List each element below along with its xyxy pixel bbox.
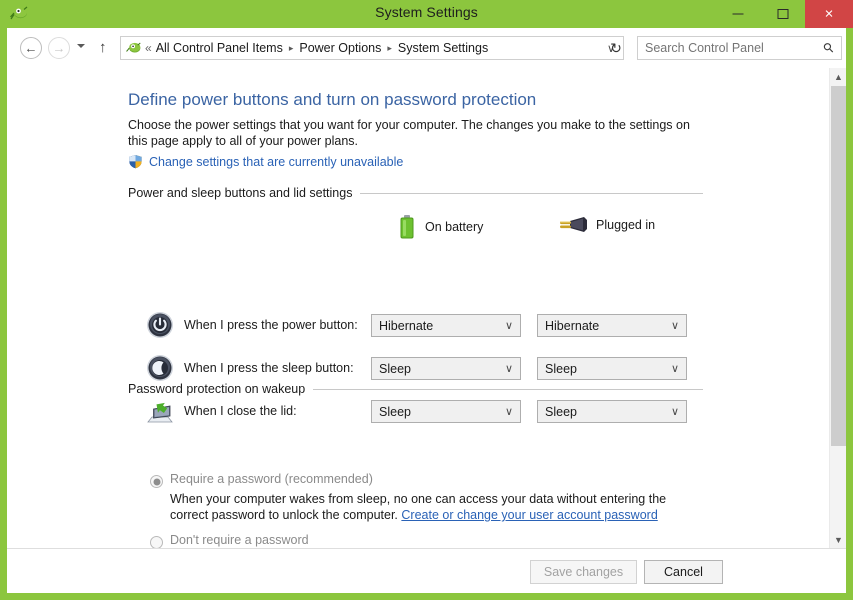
forward-button[interactable]: → (48, 37, 70, 59)
create-change-password-link[interactable]: Create or change your user account passw… (401, 508, 657, 522)
close-lid-on-battery-dropdown[interactable]: Sleep ∨ (371, 400, 521, 423)
power-section-header: Power and sleep buttons and lid settings (128, 186, 703, 200)
close-lid-label: When I close the lid: (184, 404, 297, 418)
close-lid-plugged-in-dropdown[interactable]: Sleep ∨ (537, 400, 687, 423)
chevron-down-icon: ∨ (670, 320, 679, 332)
window-caption-buttons: × (715, 0, 853, 28)
breadcrumb-power-options[interactable]: Power Options (297, 41, 383, 55)
search-box[interactable]: Search Control Panel ⚲ (637, 36, 842, 60)
minimize-icon (732, 13, 743, 15)
power-section-label: Power and sleep buttons and lid settings (128, 186, 353, 200)
footer-bar: Save changes Cancel (7, 548, 846, 593)
change-settings-link[interactable]: Change settings that are currently unava… (149, 155, 403, 169)
breadcrumb-system-settings[interactable]: System Settings (396, 41, 490, 55)
sleep-button-label: When I press the sleep button: (184, 361, 354, 375)
battery-icon (400, 215, 414, 239)
chevron-down-icon: ∨ (504, 363, 513, 375)
dropdown-value: Hibernate (545, 318, 600, 333)
page-description: Choose the power settings that you want … (128, 118, 690, 148)
search-icon[interactable]: ⚲ (820, 39, 838, 57)
password-section-header: Password protection on wakeup (128, 382, 703, 396)
address-bar[interactable]: « All Control Panel Items ▸ Power Option… (120, 36, 624, 60)
settings-page: Define power buttons and turn on passwor… (7, 68, 829, 548)
radio-dont-require-password[interactable] (150, 536, 163, 548)
setting-row-close-lid: When I close the lid: Sleep ∨ Sleep ∨ (7, 397, 829, 427)
column-header-on-battery: On battery (397, 214, 483, 240)
forward-arrow-icon: → (52, 40, 66, 56)
laptop-lid-icon (147, 402, 173, 423)
plugged-in-label: Plugged in (596, 218, 656, 232)
power-button-plugged-in-dropdown[interactable]: Hibernate ∨ (537, 314, 687, 337)
power-button-icon (147, 312, 173, 338)
column-header-plugged-in: Plugged in (558, 214, 655, 236)
power-button-label: When I press the power button: (184, 318, 358, 332)
search-input[interactable]: Search Control Panel (645, 41, 764, 55)
title-bar: System Settings × (0, 0, 853, 28)
dropdown-value: Sleep (379, 404, 411, 419)
chevron-down-icon: ∨ (504, 406, 513, 418)
setting-row-power-button: When I press the power button: Hibernate… (7, 311, 829, 341)
section-divider (313, 388, 703, 390)
power-button-on-battery-dropdown[interactable]: Hibernate ∨ (371, 314, 521, 337)
close-icon: × (824, 5, 834, 23)
maximize-icon (777, 9, 788, 19)
breadcrumb-separator-icon[interactable]: ▸ (383, 43, 396, 54)
scroll-up-icon[interactable]: ▲ (830, 68, 846, 85)
minimize-button[interactable] (715, 0, 760, 28)
radio-require-password-description: When your computer wakes from sleep, no … (170, 491, 695, 523)
back-button[interactable]: ← (20, 37, 42, 59)
radio-require-password[interactable] (150, 475, 163, 488)
chevron-down-icon: ∨ (670, 406, 679, 418)
vertical-scrollbar[interactable]: ▲ ▼ (829, 68, 846, 548)
page-title: Define power buttons and turn on passwor… (128, 90, 537, 109)
content-area: Define power buttons and turn on passwor… (7, 68, 846, 548)
chevron-down-icon: ∨ (670, 363, 679, 375)
dropdown-value: Sleep (545, 404, 577, 419)
radio-dont-require-password-label: Don't require a password (170, 533, 309, 547)
scroll-down-icon[interactable]: ▼ (830, 531, 846, 548)
on-battery-label: On battery (425, 220, 484, 234)
section-divider (360, 192, 703, 194)
address-prefix[interactable]: « (145, 41, 152, 55)
refresh-button[interactable]: ↻ (604, 36, 628, 60)
power-plug-icon (560, 217, 587, 232)
address-control-panel-icon (126, 42, 141, 52)
sleep-button-on-battery-dropdown[interactable]: Sleep ∨ (371, 357, 521, 380)
dropdown-value: Sleep (379, 361, 411, 376)
sleep-moon-icon (147, 355, 173, 381)
dropdown-value: Hibernate (379, 318, 434, 333)
change-settings-link-row[interactable]: Change settings that are currently unava… (128, 154, 403, 169)
breadcrumb-all-control-panel-items[interactable]: All Control Panel Items (154, 41, 285, 55)
scrollbar-thumb[interactable] (831, 86, 846, 446)
system-settings-window: System Settings × ← → ↑ « All Control Pa… (0, 0, 853, 600)
sleep-button-plugged-in-dropdown[interactable]: Sleep ∨ (537, 357, 687, 380)
recent-pages-chevron-icon[interactable] (77, 44, 85, 48)
save-changes-button[interactable]: Save changes (530, 560, 637, 584)
setting-row-sleep-button: When I press the sleep button: Sleep ∨ S… (7, 354, 829, 384)
navigation-bar: ← → ↑ « All Control Panel Items ▸ Power … (7, 28, 846, 68)
chevron-down-icon: ∨ (504, 320, 513, 332)
up-one-level-button[interactable]: ↑ (99, 40, 107, 55)
password-section-label: Password protection on wakeup (128, 382, 306, 396)
maximize-button[interactable] (760, 0, 805, 28)
breadcrumb-separator-icon[interactable]: ▸ (285, 43, 298, 54)
cancel-button[interactable]: Cancel (644, 560, 723, 584)
radio-require-password-label: Require a password (recommended) (170, 472, 373, 486)
dropdown-value: Sleep (545, 361, 577, 376)
back-arrow-icon: ← (24, 40, 38, 56)
uac-shield-icon (129, 154, 142, 169)
close-button[interactable]: × (805, 0, 853, 28)
